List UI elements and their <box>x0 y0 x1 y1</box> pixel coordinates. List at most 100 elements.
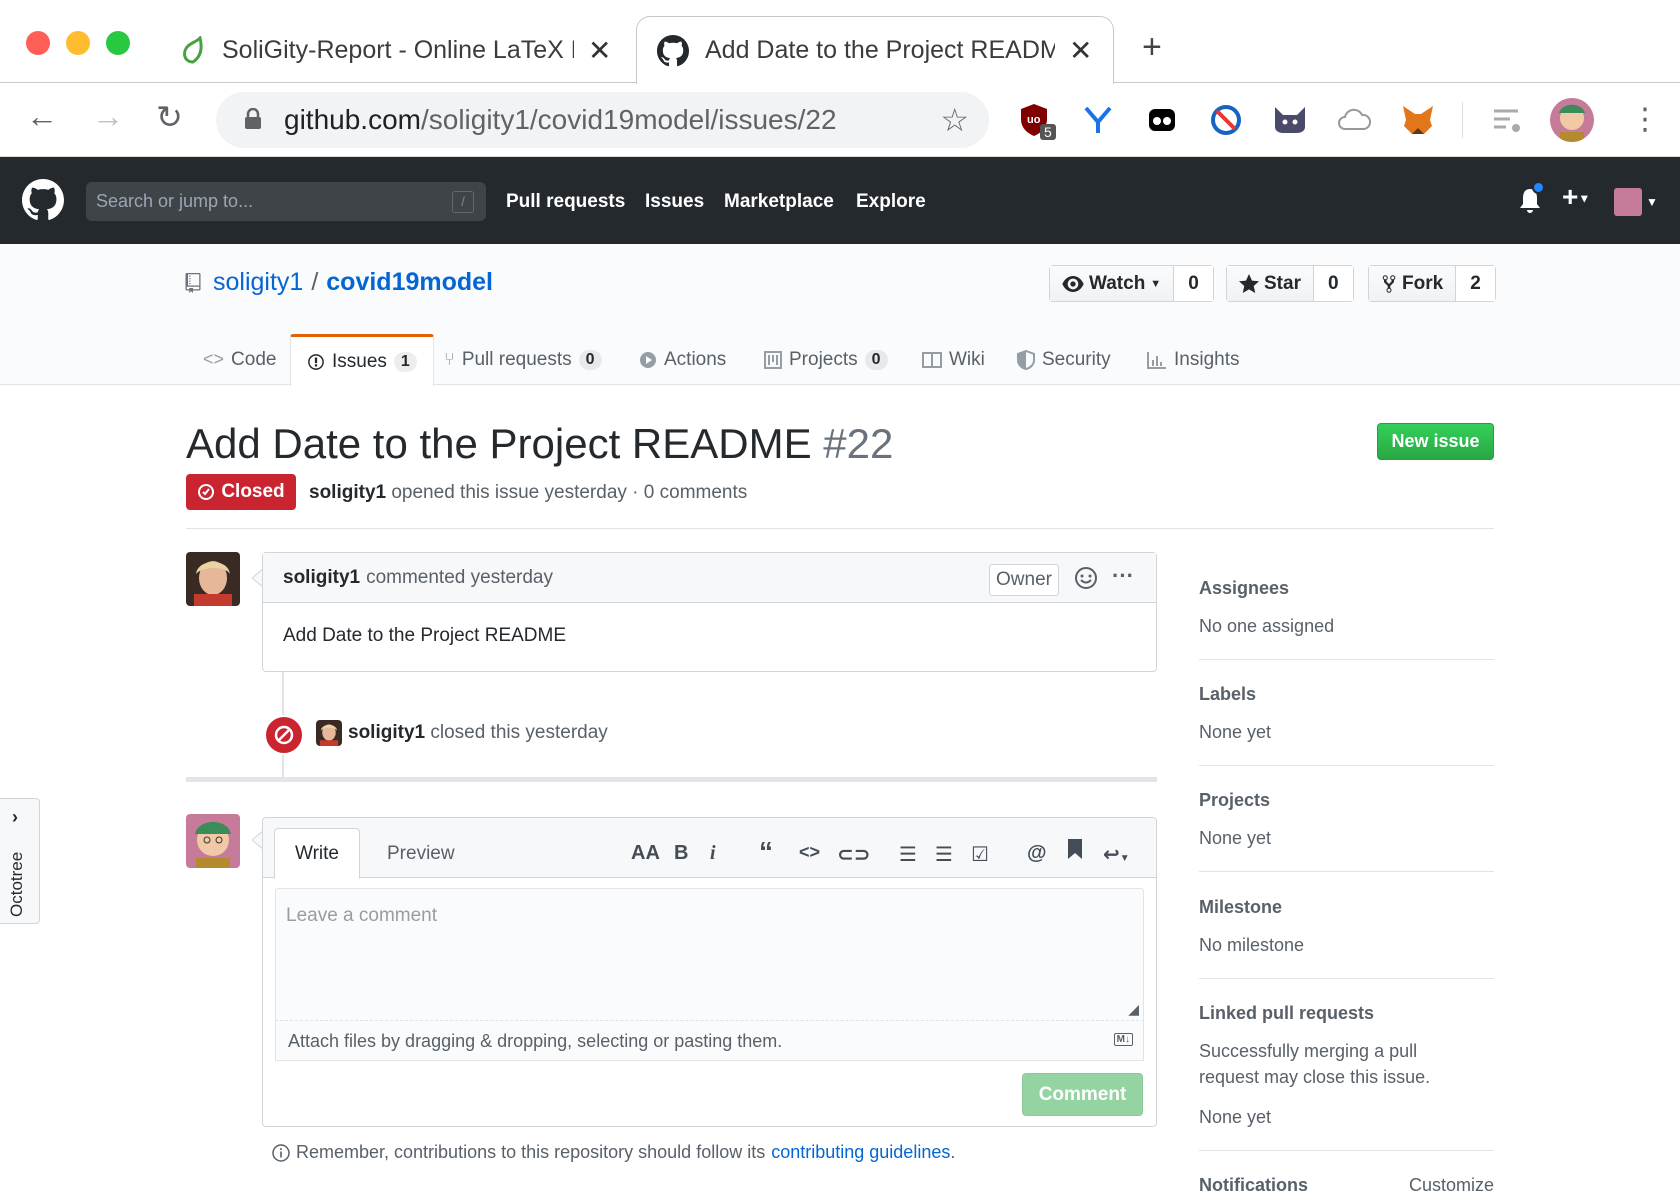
sidebar-milestone[interactable]: Milestone No milestone <box>1199 897 1494 979</box>
timeline-line <box>282 672 284 715</box>
tab-label: Pull requests <box>461 348 572 370</box>
bookmark-icon[interactable] <box>1067 838 1083 866</box>
browser-menu-icon[interactable]: ⋮ <box>1630 102 1660 137</box>
tab-code[interactable]: <> Code <box>203 334 276 385</box>
text-size-icon[interactable]: AA <box>631 842 660 865</box>
tab-label: Projects <box>789 348 858 370</box>
italic-icon[interactable]: i <box>710 842 716 865</box>
comment-author-link[interactable]: soligity1 <box>283 567 360 589</box>
tab-close-icon[interactable]: ✕ <box>1069 34 1092 67</box>
tab-pull-requests[interactable]: ⑂ Pull requests 0 <box>444 334 602 385</box>
browser-tab-overleaf[interactable]: SoliGity-Report - Online LaTeX Ed ✕ <box>180 16 620 84</box>
header-nav-pull-requests[interactable]: Pull requests <box>506 191 625 213</box>
ublock-extension-icon[interactable]: uo 5 <box>1016 102 1056 140</box>
github-logo-icon[interactable] <box>22 179 64 221</box>
header-nav-marketplace[interactable]: Marketplace <box>724 191 834 213</box>
watch-button-group: Watch ▼ 0 <box>1049 265 1214 302</box>
reply-icon[interactable]: ↩▼ <box>1103 842 1130 867</box>
sidebar-assignees[interactable]: Assignees No one assigned <box>1199 578 1494 660</box>
profile-avatar[interactable] <box>1550 98 1594 142</box>
mention-icon[interactable]: @ <box>1027 842 1047 865</box>
sidebar-labels[interactable]: Labels None yet <box>1199 684 1494 766</box>
star-button[interactable]: Star <box>1227 266 1314 301</box>
closed-event-text: soligity1 closed this yesterday <box>348 722 608 744</box>
ordered-list-icon[interactable]: ☰ <box>935 842 953 867</box>
unordered-list-icon[interactable]: ☰ <box>899 842 917 867</box>
octotree-toggle[interactable]: › Octotree <box>0 798 40 924</box>
user-avatar-menu[interactable]: ▼ <box>1614 188 1658 217</box>
tab-write[interactable]: Write <box>274 828 360 879</box>
forward-arrow-icon[interactable]: → <box>92 98 124 135</box>
issue-meta-text: opened this issue yesterday · 0 comments <box>391 482 748 503</box>
new-tab-plus-icon[interactable]: + <box>1142 28 1162 67</box>
playlist-extension-icon[interactable] <box>1490 102 1526 138</box>
sidebar-projects[interactable]: Projects None yet <box>1199 790 1494 872</box>
window-zoom-button[interactable] <box>106 31 130 55</box>
tab-security[interactable]: Security <box>1017 334 1111 385</box>
blocker-extension-icon[interactable] <box>1208 102 1244 138</box>
task-list-icon[interactable]: ☑ <box>971 842 989 867</box>
bookmark-star-icon[interactable]: ☆ <box>940 101 969 139</box>
comment-textarea[interactable]: Leave a comment ◢ <box>275 888 1144 1021</box>
reload-icon[interactable]: ↻ <box>156 98 183 136</box>
header-nav-explore[interactable]: Explore <box>856 191 926 213</box>
repo-owner-link[interactable]: soligity1 <box>213 268 303 297</box>
status-badge: Closed <box>186 474 296 510</box>
tab-issues[interactable]: Issues 1 <box>290 334 434 386</box>
window-close-button[interactable] <box>26 31 50 55</box>
tab-projects[interactable]: Projects 0 <box>764 334 888 385</box>
comment-submit-button[interactable]: Comment <box>1022 1073 1143 1116</box>
file-attach-zone[interactable]: Attach files by dragging & dropping, sel… <box>275 1021 1144 1061</box>
header-nav-issues[interactable]: Issues <box>645 191 704 213</box>
sidebar-value: No one assigned <box>1199 616 1335 636</box>
tab-preview[interactable]: Preview <box>367 828 475 879</box>
play-icon <box>640 351 656 368</box>
cat-extension-icon[interactable] <box>1272 102 1308 138</box>
tab-actions[interactable]: Actions <box>639 334 726 385</box>
back-arrow-icon[interactable]: ← <box>26 98 58 135</box>
create-new-plus-icon[interactable]: +▼ <box>1562 181 1590 213</box>
quote-icon[interactable]: “ <box>759 836 773 868</box>
issue-author-link[interactable]: soligity1 <box>309 482 386 503</box>
customize-notifications-link[interactable]: Customize <box>1409 1175 1494 1196</box>
link-icon[interactable]: ⊂⊃ <box>837 842 871 867</box>
watch-count[interactable]: 0 <box>1174 266 1213 301</box>
breadcrumb-separator: / <box>311 268 319 296</box>
code-icon[interactable]: <> <box>799 842 820 863</box>
ghostery-extension-icon[interactable] <box>1144 102 1180 138</box>
avatar[interactable] <box>316 720 342 746</box>
aria-cloud-extension-icon[interactable] <box>1336 102 1372 138</box>
issue-meta: soligity1 opened this issue yesterday · … <box>309 482 747 504</box>
sidebar-value: None yet <box>1199 1107 1272 1127</box>
resize-handle-icon[interactable]: ◢ <box>1128 1001 1139 1018</box>
star-count[interactable]: 0 <box>1313 266 1353 301</box>
search-input[interactable]: Search or jump to... / <box>86 182 486 221</box>
notifications-bell-icon[interactable] <box>1518 181 1545 219</box>
address-bar[interactable]: github.com/soligity1/covid19model/issues… <box>216 92 989 148</box>
window-minimize-button[interactable] <box>66 31 90 55</box>
repo-name-link[interactable]: covid19model <box>326 268 493 297</box>
tab-close-icon[interactable]: ✕ <box>588 34 611 67</box>
tab-insights[interactable]: Insights <box>1147 334 1239 385</box>
comment-timestamp[interactable]: commented yesterday <box>366 567 553 589</box>
browser-tab-github[interactable]: Add Date to the Project README ✕ <box>636 16 1114 84</box>
avatar <box>1614 188 1642 217</box>
extension-badge: 5 <box>1040 124 1056 140</box>
watch-button[interactable]: Watch ▼ <box>1050 266 1175 301</box>
avatar[interactable] <box>186 814 240 868</box>
octotree-label: Octotree <box>7 851 26 917</box>
more-options-icon[interactable]: ··· <box>1112 563 1134 589</box>
event-actor-link[interactable]: soligity1 <box>348 722 425 743</box>
sidebar-linked-prs[interactable]: Linked pull requests Successfully mergin… <box>1199 1003 1494 1151</box>
comment-body: Add Date to the Project README <box>283 625 567 646</box>
y-extension-icon[interactable] <box>1080 102 1116 138</box>
fork-button[interactable]: Fork <box>1369 266 1457 301</box>
new-issue-button[interactable]: New issue <box>1377 423 1494 460</box>
bold-icon[interactable]: B <box>674 842 688 865</box>
avatar[interactable] <box>186 552 240 606</box>
contributing-guidelines-link[interactable]: contributing guidelines <box>771 1142 950 1163</box>
reaction-smiley-icon[interactable] <box>1074 566 1098 596</box>
metamask-fox-icon[interactable] <box>1400 102 1436 138</box>
tab-wiki[interactable]: Wiki <box>922 334 985 385</box>
fork-count[interactable]: 2 <box>1456 266 1495 301</box>
